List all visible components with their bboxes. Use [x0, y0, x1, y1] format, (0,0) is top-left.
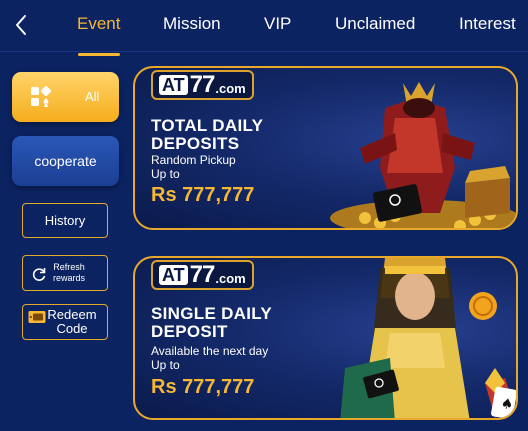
samurai-warrior-illustration — [330, 82, 516, 228]
tab-mission[interactable]: Mission — [163, 14, 221, 34]
redeem-ticket-icon — [28, 311, 46, 323]
redeem-code-label: Redeem Code — [47, 308, 96, 336]
tab-event[interactable]: Event — [77, 14, 120, 34]
category-cooperate-label: cooperate — [34, 153, 97, 169]
redeem-label-line-2: Code — [56, 321, 88, 336]
top-nav: Event Mission VIP Unclaimed Interest — [0, 0, 528, 52]
tab-unclaimed[interactable]: Unclaimed — [335, 14, 415, 34]
tab-vip[interactable]: VIP — [264, 14, 291, 34]
banner-title-line-1: TOTAL DAILY — [151, 116, 264, 135]
category-grid-icon — [31, 86, 52, 107]
brand-logo: AT 77 .com — [151, 70, 254, 100]
logo-domain-text: .com — [215, 270, 246, 286]
refresh-icon — [32, 268, 46, 281]
active-tab-indicator — [78, 53, 120, 56]
logo-domain-text: .com — [215, 80, 246, 96]
logo-number-text: 77 — [189, 261, 216, 288]
banner-prize-amount: Rs 777,777 — [151, 376, 255, 398]
banner-subtitle-line-2: Up to — [151, 358, 180, 372]
logo-at-text: AT — [159, 75, 188, 95]
logo-number-text: 77 — [189, 71, 216, 98]
history-label: History — [44, 213, 86, 228]
banner-prize-amount: Rs 777,777 — [151, 184, 255, 206]
banner-subtitle-line-1: Available the next day — [151, 344, 269, 358]
promo-banner-total-daily-deposits[interactable]: AT 77 .com TOTAL DAILY DEPOSITS Random P… — [133, 66, 518, 230]
logo-at-text: AT — [159, 265, 188, 285]
chevron-left-icon — [16, 15, 26, 35]
brand-logo: AT 77 .com — [151, 260, 254, 290]
banner-title-line-1: SINGLE DAILY — [151, 304, 273, 323]
history-button[interactable]: History — [22, 203, 108, 238]
egyptian-queen-illustration: ♠ — [340, 258, 516, 418]
banner-title-line-2: DEPOSIT — [151, 322, 228, 341]
refresh-rewards-button[interactable]: Refresh rewards — [22, 255, 108, 291]
tab-interest[interactable]: Interest — [459, 14, 516, 34]
back-button[interactable] — [8, 12, 34, 38]
category-cooperate-button[interactable]: cooperate — [12, 136, 119, 186]
promo-banner-single-daily-deposit[interactable]: AT 77 .com SINGLE DAILY DEPOSIT Availabl… — [133, 256, 518, 420]
redeem-code-button[interactable]: Redeem Code — [22, 304, 108, 340]
refresh-label-line-1: Refresh — [53, 262, 85, 272]
banner-subtitle-line-1: Random Pickup — [151, 153, 236, 167]
banner-title-line-2: DEPOSITS — [151, 134, 240, 153]
category-all-label: All — [85, 89, 100, 104]
banner-subtitle-line-2: Up to — [151, 167, 180, 181]
refresh-label-line-2: rewards — [52, 273, 85, 283]
refresh-rewards-label: Refresh rewards — [53, 262, 85, 284]
redeem-label-line-1: Redeem — [47, 307, 97, 322]
category-all-button[interactable]: All — [12, 72, 119, 122]
